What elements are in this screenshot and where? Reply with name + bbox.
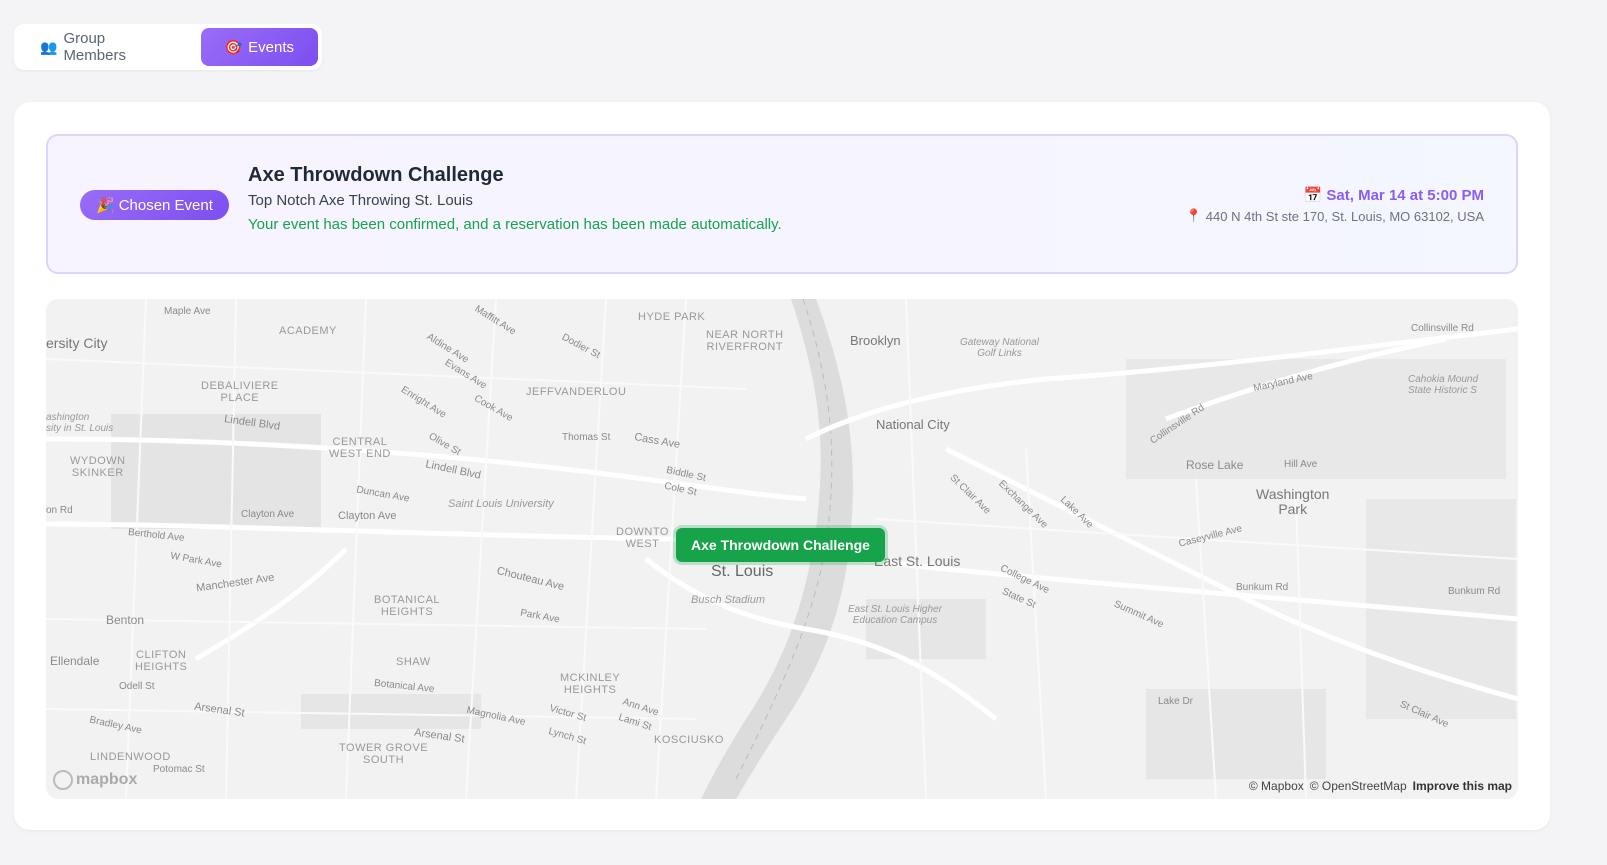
map-label-lindenwood: LINDENWOOD <box>90 751 171 763</box>
map-label-washington-park: Washington Park <box>1256 486 1330 517</box>
street-label: Collinsville Rd <box>1411 323 1474 334</box>
street-label: Maple Ave <box>164 306 211 317</box>
map-label-ellendale: Ellendale <box>50 654 100 668</box>
event-map[interactable]: ersity City St. Louis East St. Louis Bro… <box>46 299 1518 799</box>
street-label: Bunkum Rd <box>1448 586 1501 597</box>
map-label-kosciusko: KOSCIUSKO <box>654 734 724 746</box>
map-label-tower-grove: TOWER GROVE SOUTH <box>339 742 429 766</box>
street-label: Potomac St <box>153 764 205 775</box>
map-label-brooklyn: Brooklyn <box>850 333 901 348</box>
map-attribution: © Mapbox © OpenStreetMap Improve this ma… <box>1249 779 1512 793</box>
map-label-shaw: SHAW <box>396 656 431 668</box>
confirmation-message: Your event has been confirmed, and a res… <box>248 216 782 233</box>
map-label-gateway: Gateway National Golf Links <box>960 337 1039 359</box>
map-label-clifton: CLIFTON HEIGHTS <box>135 649 188 673</box>
map-label-botanical-heights: BOTANICAL HEIGHTS <box>374 594 441 618</box>
event-map-marker[interactable]: Axe Throwdown Challenge <box>676 528 885 562</box>
map-label-benton: Benton <box>106 613 145 627</box>
event-date-text: Sat, Mar 14 at 5:00 PM <box>1326 186 1484 204</box>
badge-label: Chosen Event <box>118 196 213 214</box>
park-area <box>301 694 481 729</box>
street-label: Odell St <box>119 681 155 692</box>
mapbox-logo[interactable]: mapbox <box>53 770 137 790</box>
street-label: Thomas St <box>562 432 611 443</box>
map-label-jeffvanderlou: JEFFVANDERLOU <box>526 386 627 398</box>
view-tabs: 👥 Group Members 🎯 Events <box>14 24 322 70</box>
mapbox-circle-icon <box>53 770 73 790</box>
street-label: on Rd <box>46 505 73 516</box>
map-label-busch-stadium: Busch Stadium <box>691 594 765 606</box>
street-label: Clayton Ave <box>338 510 397 522</box>
event-venue: Top Notch Axe Throwing St. Louis <box>248 192 473 209</box>
map-label-academy: ACADEMY <box>279 325 337 337</box>
event-title: Axe Throwdown Challenge <box>248 164 504 186</box>
map-label-debaliviere: DEBALIVIERE PLACE <box>201 380 279 404</box>
map-label-wash-u: ashington sity in St. Louis <box>46 412 114 434</box>
map-label-rose-lake: Rose Lake <box>1186 458 1244 472</box>
street-label: Bunkum Rd <box>1236 582 1289 593</box>
map-label-mckinley: MCKINLEY HEIGHTS <box>560 672 621 696</box>
osm-attribution-link[interactable]: © OpenStreetMap <box>1310 779 1407 793</box>
map-label-hyde-park: HYDE PARK <box>638 311 706 323</box>
target-icon: 🎯 <box>224 38 243 55</box>
mapbox-logo-text: mapbox <box>76 771 138 788</box>
map-label-national-city: National City <box>876 417 950 432</box>
event-address: 📍 440 N 4th St ste 170, St. Louis, MO 63… <box>1186 208 1484 224</box>
group-members-icon: 👥 <box>40 38 58 55</box>
map-label-cahokia: Cahokia Mound State Historic S <box>1408 374 1479 396</box>
map-label-wydown: WYDOWN SKINKER <box>70 455 126 479</box>
calendar-icon: 📅 <box>1303 187 1323 204</box>
map-label-slu: Saint Louis University <box>448 498 554 510</box>
street-label: Clayton Ave <box>241 509 295 520</box>
tab-events[interactable]: 🎯 Events <box>200 28 318 66</box>
map-label-downtown-west: DOWNTO WEST <box>616 526 669 550</box>
event-address-text: 440 N 4th St ste 170, St. Louis, MO 6310… <box>1205 208 1484 224</box>
party-icon: 🎉 <box>96 197 115 214</box>
chosen-event-banner: 🎉 Chosen Event Axe Throwdown Challenge T… <box>46 134 1518 274</box>
map-label-university-city: ersity City <box>46 335 108 351</box>
improve-map-link[interactable]: Improve this map <box>1413 779 1512 793</box>
street-label: Lake Dr <box>1158 696 1194 707</box>
mapbox-attribution-link[interactable]: © Mapbox <box>1249 779 1304 793</box>
pin-icon: 📍 <box>1185 208 1202 223</box>
chosen-event-badge: 🎉 Chosen Event <box>80 190 229 220</box>
tab-label: Events <box>248 38 294 56</box>
tab-group-members[interactable]: 👥 Group Members <box>18 28 191 66</box>
events-card: 🎉 Chosen Event Axe Throwdown Challenge T… <box>14 102 1550 830</box>
map-label-central-west-end: CENTRAL WEST END <box>329 436 391 460</box>
tab-label: Group Members <box>63 30 126 64</box>
street-label: Hill Ave <box>1284 459 1318 470</box>
map-label-east-st-louis: East St. Louis <box>874 553 961 569</box>
map-label-st-louis: St. Louis <box>711 563 774 580</box>
map-label-near-north: NEAR NORTH RIVERFRONT <box>706 329 784 353</box>
event-date: 📅 Sat, Mar 14 at 5:00 PM <box>1303 186 1484 205</box>
map-label-esl-campus: East St. Louis Higher Education Campus <box>848 604 942 626</box>
